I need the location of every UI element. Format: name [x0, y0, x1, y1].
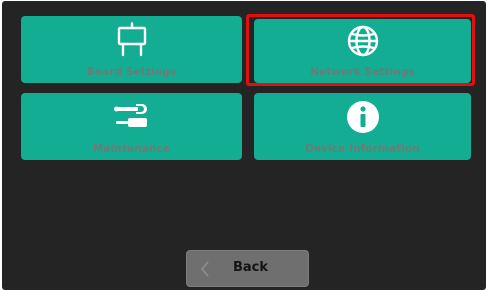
- maintenance-label: Maintenance: [92, 143, 171, 155]
- back-label: Back: [233, 260, 269, 275]
- board-settings-tile[interactable]: Board Settings: [21, 16, 242, 83]
- network-settings-label: Network Settings: [310, 66, 415, 78]
- maintenance-tile[interactable]: Maintenance: [21, 93, 242, 160]
- network-settings-tile[interactable]: Network Settings: [254, 19, 471, 83]
- settings-screen: Board Settings Network Settings Maintena…: [2, 1, 486, 290]
- device-information-tile[interactable]: Device Information: [254, 93, 471, 160]
- device-information-label: Device Information: [305, 143, 420, 155]
- globe-icon: [347, 25, 378, 57]
- board-settings-label: Board Settings: [86, 66, 177, 78]
- tools-icon: [113, 104, 147, 127]
- info-icon: [346, 101, 379, 133]
- back-button[interactable]: Back: [186, 250, 309, 287]
- chevron-left-icon: [200, 261, 209, 277]
- whiteboard-icon: [117, 22, 146, 57]
